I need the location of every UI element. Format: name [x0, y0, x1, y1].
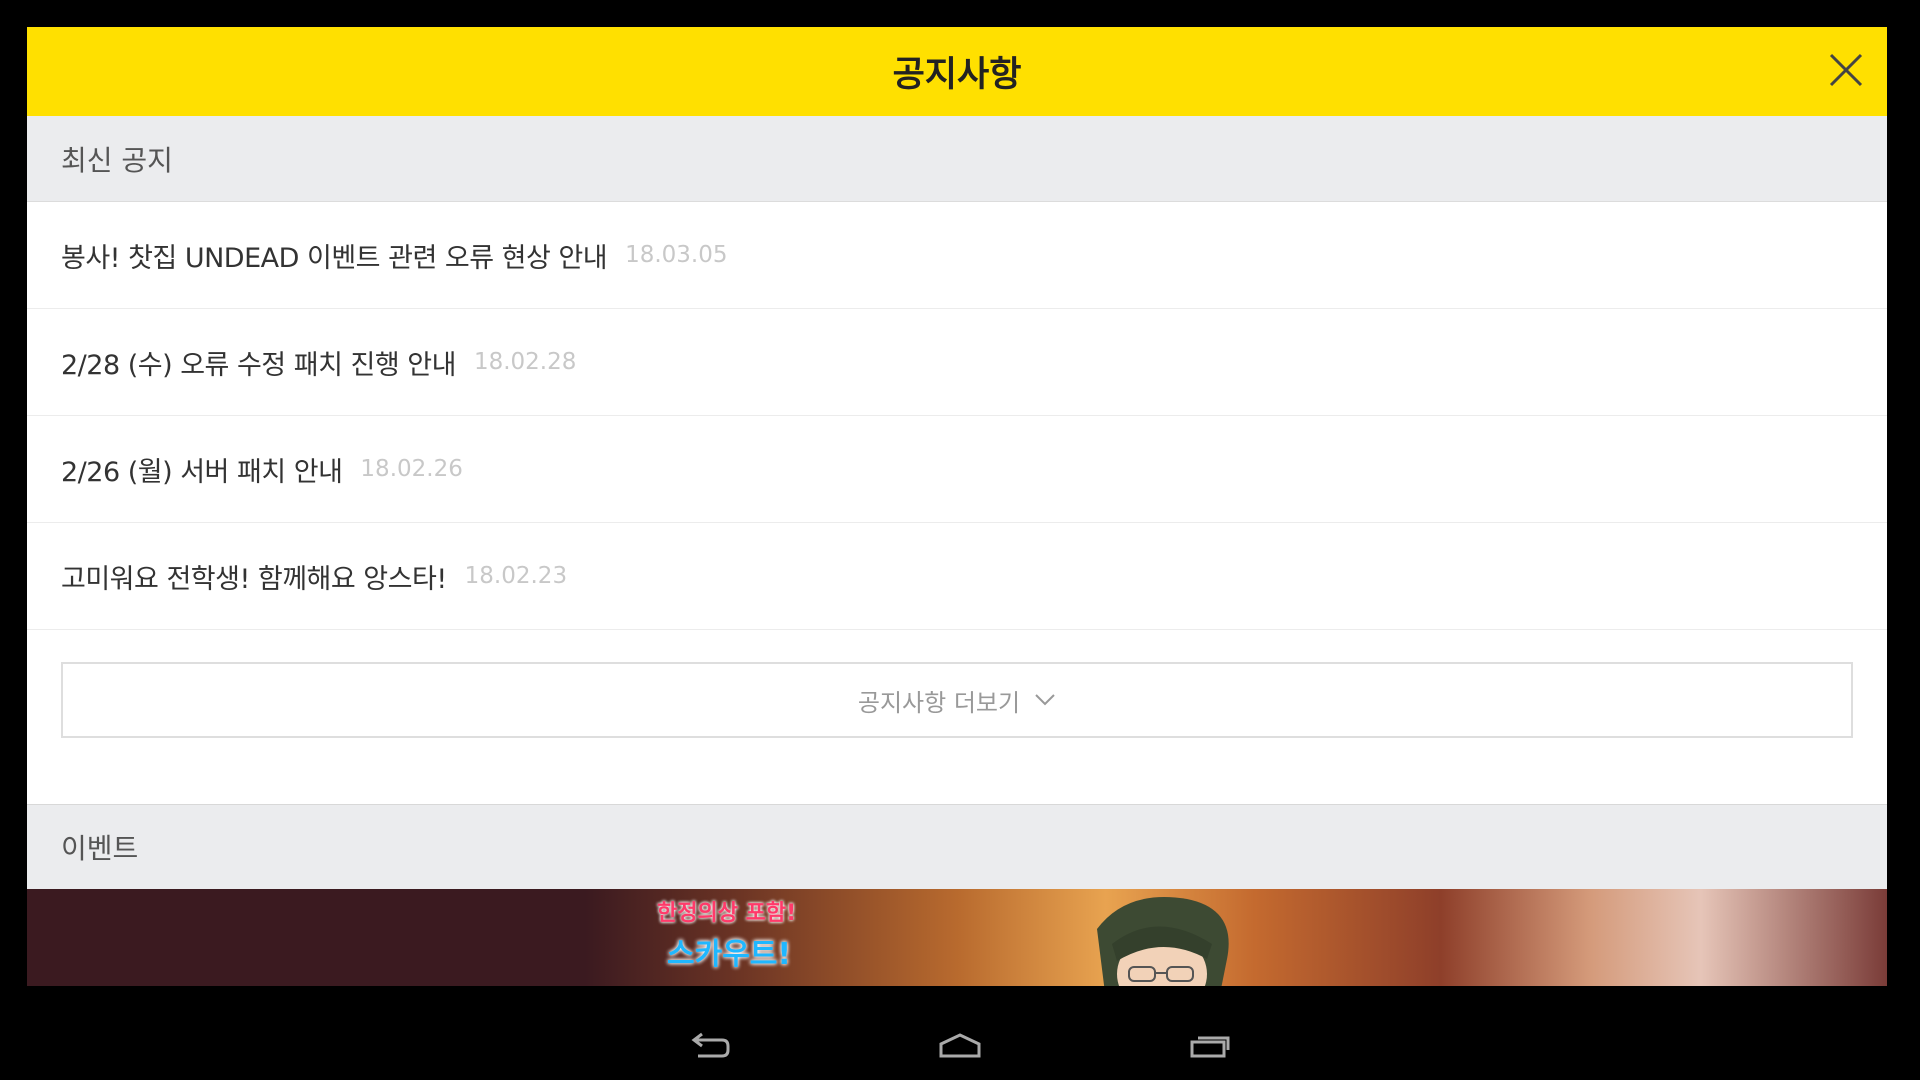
- events-header: 이벤트: [27, 804, 1887, 889]
- banner-tag: 한정의상 포함!: [657, 901, 797, 926]
- more-container: 공지사항 더보기: [27, 630, 1887, 804]
- notice-title: 2/28 (수) 오류 수정 패치 진행 안내: [61, 349, 456, 381]
- close-icon: [1829, 53, 1863, 87]
- notice-title: 고미워요 전학생! 함께해요 앙스타!: [61, 563, 447, 595]
- home-button[interactable]: [930, 1026, 990, 1066]
- back-icon: [691, 1032, 730, 1058]
- banner-character-image: [1097, 897, 1229, 986]
- notice-item[interactable]: 고미워요 전학생! 함께해요 앙스타! 18.02.23: [27, 523, 1887, 630]
- notice-item[interactable]: 2/26 (월) 서버 패치 안내 18.02.26: [27, 416, 1887, 523]
- banner-text: 스카우트!: [667, 937, 792, 972]
- notice-title: 봉사! 찻집 UNDEAD 이벤트 관련 오류 현상 안내: [61, 242, 608, 274]
- more-notices-label: 공지사항 더보기: [857, 688, 1021, 717]
- more-notices-button[interactable]: 공지사항 더보기: [61, 662, 1853, 738]
- event-banner[interactable]: 한정의상 포함! 스카우트!: [27, 889, 1887, 986]
- notice-date: 18.03.05: [625, 242, 728, 268]
- notice-item[interactable]: 2/28 (수) 오류 수정 패치 진행 안내 18.02.28: [27, 309, 1887, 416]
- android-nav-bar: [0, 1012, 1920, 1080]
- app-screen: 공지사항 최신 공지 봉사! 찻집 UNDEAD 이벤트 관련 오류 현상 안내…: [0, 0, 1920, 1012]
- home-icon: [939, 1033, 981, 1058]
- latest-notices-header: 최신 공지: [27, 116, 1887, 202]
- recent-apps-button[interactable]: [1180, 1026, 1240, 1066]
- notice-date: 18.02.26: [360, 456, 463, 482]
- chevron-down-icon: [1035, 694, 1055, 706]
- notice-item[interactable]: 봉사! 찻집 UNDEAD 이벤트 관련 오류 현상 안내 18.03.05: [27, 202, 1887, 309]
- notice-dialog: 공지사항 최신 공지 봉사! 찻집 UNDEAD 이벤트 관련 오류 현상 안내…: [27, 27, 1887, 986]
- dialog-title: 공지사항: [892, 55, 1022, 95]
- close-button[interactable]: [1823, 47, 1869, 93]
- notice-date: 18.02.23: [464, 563, 568, 589]
- recent-apps-icon: [1190, 1036, 1230, 1058]
- dialog-header: 공지사항: [27, 27, 1887, 116]
- back-button[interactable]: [680, 1026, 740, 1066]
- notice-date: 18.02.28: [473, 349, 577, 375]
- notice-title: 2/26 (월) 서버 패치 안내: [61, 456, 343, 488]
